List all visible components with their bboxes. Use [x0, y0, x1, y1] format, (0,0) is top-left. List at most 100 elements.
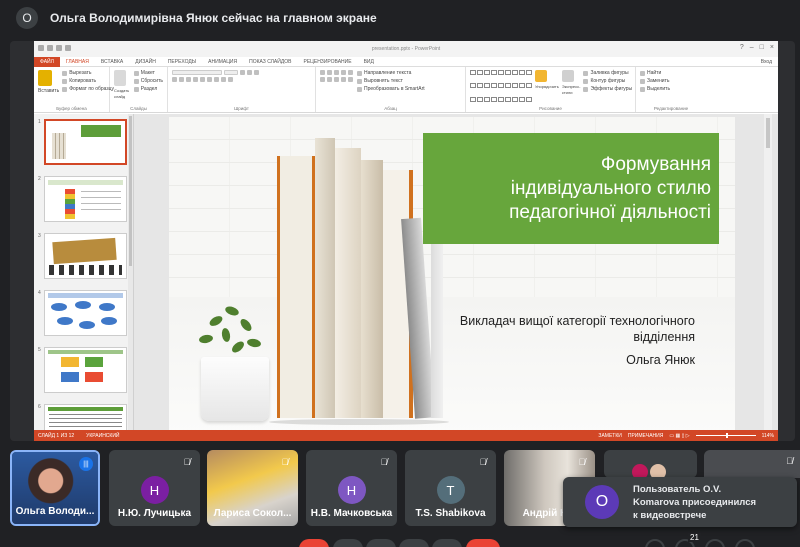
participant-tile[interactable]: 🎙̸ T T.S. Shabikova — [405, 450, 496, 526]
language-indicator[interactable]: УКРАИНСКИЙ — [86, 433, 119, 439]
notes-button[interactable]: ЗАМЕТКИ — [598, 433, 621, 439]
tab-home[interactable]: ГЛАВНАЯ — [60, 59, 95, 65]
text-direction-button[interactable]: Направление текста — [357, 70, 425, 76]
thumbnail-scrollbar[interactable] — [128, 114, 133, 430]
close-icon[interactable]: × — [770, 44, 774, 51]
info-button[interactable] — [645, 539, 665, 547]
leave-call-button[interactable] — [466, 539, 500, 547]
shapes-gallery[interactable] — [470, 70, 532, 109]
slide-thumbnail[interactable]: 2 — [38, 176, 127, 228]
shape-fill-button[interactable]: Заливка фигуры — [583, 70, 632, 76]
tab-design[interactable]: ДИЗАЙН — [129, 59, 162, 65]
new-slide-button[interactable]: Создать слайд — [114, 70, 131, 109]
format-painter-button[interactable]: Формат по образцу — [62, 86, 114, 92]
present-button[interactable] — [399, 539, 429, 547]
comments-button[interactable]: ПРИМЕЧАНИЯ — [628, 433, 664, 439]
participant-tile-self[interactable]: ||| Ольга Володи... — [10, 450, 100, 526]
align-text-button[interactable]: Выровнять текст — [357, 78, 425, 84]
find-button[interactable]: Найти — [640, 70, 702, 76]
minimize-icon[interactable]: – — [750, 44, 754, 51]
list-buttons[interactable] — [320, 70, 353, 75]
tab-view[interactable]: ВИД — [358, 59, 380, 65]
participant-tile[interactable]: 🎙̸ Н Н.Ю. Лучицька — [109, 450, 200, 526]
slide-thumbnail[interactable]: 1 — [38, 119, 127, 171]
participant-tile[interactable]: 🎙̸ Лариса Сокол... — [207, 450, 298, 526]
paste-button[interactable]: Вставить — [38, 70, 59, 109]
select-button[interactable]: Выделить — [640, 86, 702, 92]
tab-animation[interactable]: АНИМАЦИЯ — [202, 59, 243, 65]
cut-button[interactable]: Вырезать — [62, 70, 114, 76]
arrange-button[interactable]: Упорядочить — [535, 70, 559, 109]
call-controls — [0, 534, 800, 547]
redo-icon[interactable] — [56, 45, 62, 51]
shape-effects-button[interactable]: Эффекты фигуры — [583, 86, 632, 92]
window-controls[interactable]: ? – □ × — [740, 44, 774, 51]
participant-name: Н.В. Мачковська — [310, 508, 393, 519]
slideshow-icon[interactable] — [65, 45, 71, 51]
captions-button[interactable] — [366, 539, 396, 547]
reset-button[interactable]: Сбросить — [133, 78, 163, 84]
slide-title-line: Формування — [600, 153, 711, 175]
help-icon[interactable]: ? — [740, 44, 744, 51]
more-options-button[interactable] — [432, 539, 462, 547]
binoculars-icon — [640, 70, 645, 76]
tab-file[interactable]: ФАЙЛ — [34, 56, 60, 67]
participant-avatar: T — [436, 476, 465, 504]
quick-access-toolbar[interactable] — [38, 45, 71, 51]
notification-text: Пользователь O.V. — [633, 483, 722, 495]
meet-window: О Ольга Володимирівна Янюк сейчас на гла… — [0, 0, 800, 547]
font-style-buttons[interactable] — [172, 77, 311, 82]
presenting-label: Ольга Володимирівна Янюк сейчас на главн… — [50, 11, 377, 25]
signin-link[interactable]: Вход — [755, 59, 778, 65]
replace-button[interactable]: Заменить — [640, 78, 702, 84]
chat-button[interactable] — [705, 539, 725, 547]
slide-thumbnail[interactable]: 5 — [38, 347, 127, 399]
participant-tile-partial[interactable] — [604, 450, 697, 480]
drawing-group: Упорядочить Экспресс-стили Заливка фигур… — [466, 67, 636, 112]
participant-tile-partial[interactable]: 🎙̸ — [704, 450, 800, 478]
quick-styles-button[interactable]: Экспресс-стили — [561, 70, 580, 109]
slide-canvas[interactable]: Формування індивідуального стилю педагог… — [169, 117, 735, 435]
view-buttons[interactable]: ▭ ▦ ▯ ▷ — [669, 433, 689, 439]
maximize-icon[interactable]: □ — [760, 44, 764, 51]
participant-name: Н.Ю. Лучицька — [117, 508, 192, 519]
mic-button[interactable] — [299, 539, 329, 547]
undo-icon[interactable] — [47, 45, 53, 51]
align-buttons[interactable] — [320, 77, 353, 82]
mic-off-icon: 🎙̸ — [380, 457, 388, 467]
ppt-file-title: presentation.pptx - PowerPoint — [371, 46, 441, 52]
camera-button[interactable] — [333, 539, 363, 547]
save-icon[interactable] — [38, 45, 44, 51]
speaking-indicator-icon: ||| — [79, 457, 93, 471]
plant-pot-image — [201, 357, 269, 421]
copy-button[interactable]: Копировать — [62, 78, 114, 84]
slide-thumbnail[interactable]: 3 — [38, 233, 127, 285]
slides-group: Создать слайд Макет Сбросить Раздел Слай… — [110, 67, 168, 112]
ppt-workspace: 1 2 3 4 5 6 Формування індивідуального с… — [34, 114, 778, 435]
slide-counter: СЛАЙД 1 ИЗ 12 — [38, 432, 75, 439]
slide-scrollbar[interactable] — [764, 114, 772, 430]
mic-off-icon: 🎙̸ — [183, 457, 191, 467]
mic-off-icon: 🎙̸ — [281, 457, 289, 467]
zoom-slider[interactable] — [695, 433, 756, 438]
tab-slideshow[interactable]: ПОКАЗ СЛАЙДОВ — [243, 59, 297, 65]
tab-transitions[interactable]: ПЕРЕХОДЫ — [162, 59, 202, 65]
tab-insert[interactable]: ВСТАВКА — [95, 59, 129, 65]
slide-author: Ольга Янюк — [626, 353, 695, 367]
smartart-button[interactable]: Преобразовать в SmartArt — [357, 86, 425, 92]
shape-outline-button[interactable]: Контур фигуры — [583, 78, 632, 84]
mic-off-icon: 🎙̸ — [479, 457, 487, 467]
participant-avatar: Н — [140, 476, 169, 504]
slide-thumbnail[interactable]: 4 — [38, 290, 127, 342]
zoom-level[interactable]: 114% — [762, 433, 774, 439]
participant-tile[interactable]: 🎙̸ Н Н.В. Мачковська — [306, 450, 397, 526]
presenter-bar: О Ольга Володимирівна Янюк сейчас на гла… — [0, 0, 800, 36]
participant-avatar: Н — [337, 476, 366, 504]
activities-button[interactable] — [735, 539, 755, 547]
section-button[interactable]: Раздел — [133, 86, 163, 92]
mic-off-icon: 🎙̸ — [578, 457, 586, 467]
layout-button[interactable]: Макет — [133, 70, 163, 76]
slide-thumbnail[interactable]: 6 — [38, 404, 127, 430]
tab-review[interactable]: РЕЦЕНЗИРОВАНИЕ — [297, 59, 357, 65]
font-name-dropdown[interactable] — [172, 70, 311, 75]
